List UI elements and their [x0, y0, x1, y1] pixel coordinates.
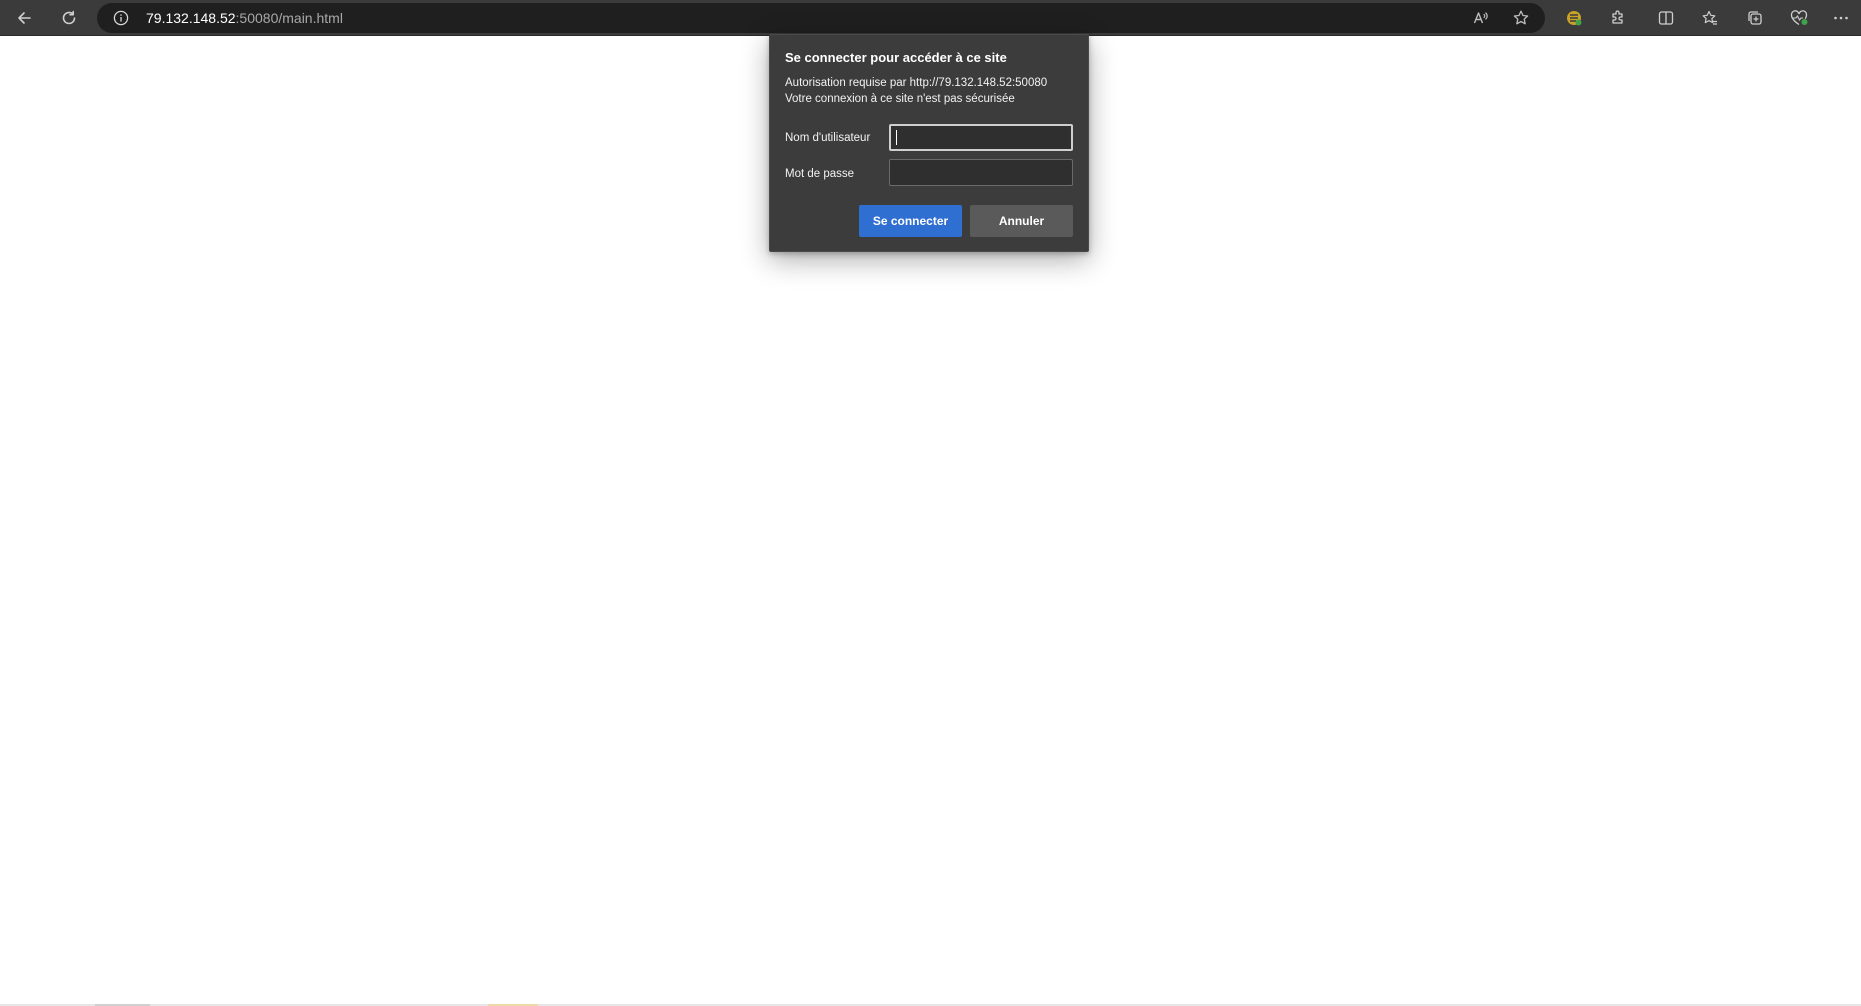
back-button[interactable]: [8, 4, 40, 32]
extensions-button[interactable]: [1602, 4, 1634, 32]
browser-toolbar: 79.132.148.52:50080/main.html: [0, 0, 1861, 36]
address-bar[interactable]: 79.132.148.52:50080/main.html: [97, 3, 1545, 33]
extension-badge-icon: [1567, 11, 1582, 26]
password-field[interactable]: [889, 159, 1073, 186]
back-arrow-icon: [18, 12, 31, 24]
more-menu-button[interactable]: [1825, 4, 1857, 32]
auth-required-text: Autorisation requise par http://79.132.1…: [785, 77, 1048, 89]
collections-icon: [1748, 11, 1762, 25]
info-icon[interactable]: [113, 10, 129, 26]
password-label: Mot de passe: [785, 168, 855, 180]
split-screen-button[interactable]: [1650, 4, 1682, 32]
star-icon: [1513, 10, 1529, 25]
browser-essentials-icon: [1790, 10, 1808, 26]
dialog-title: Se connecter pour accéder à ce site: [785, 50, 1007, 65]
refresh-icon: [62, 10, 76, 25]
url-text[interactable]: 79.132.148.52:50080/main.html: [146, 10, 343, 26]
auth-dialog: Se connecter pour accéder à ce site Auto…: [769, 34, 1089, 252]
url-host: 79.132.148.52: [146, 10, 236, 26]
puzzle-icon: [1612, 10, 1623, 24]
favorite-button[interactable]: [1505, 4, 1537, 32]
more-icon: [1834, 16, 1848, 20]
cancel-button[interactable]: Annuler: [970, 205, 1073, 237]
split-screen-icon: [1658, 11, 1674, 25]
collections-button[interactable]: [1739, 4, 1771, 32]
refresh-button[interactable]: [53, 4, 85, 32]
favorites-button[interactable]: [1694, 4, 1726, 32]
username-field[interactable]: [889, 124, 1073, 151]
extension-badge-button[interactable]: [1558, 4, 1590, 32]
favorites-icon: [1702, 10, 1717, 25]
sign-in-button[interactable]: Se connecter: [859, 205, 962, 237]
text-caret: [896, 130, 897, 145]
insecure-connection-text: Votre connexion à ce site n'est pas sécu…: [785, 93, 1015, 105]
read-aloud-button[interactable]: [1465, 4, 1497, 32]
username-label: Nom d'utilisateur: [785, 132, 871, 144]
read-aloud-icon: [1473, 12, 1488, 24]
url-path: :50080/main.html: [235, 10, 343, 26]
browser-essentials-button[interactable]: [1783, 4, 1815, 32]
